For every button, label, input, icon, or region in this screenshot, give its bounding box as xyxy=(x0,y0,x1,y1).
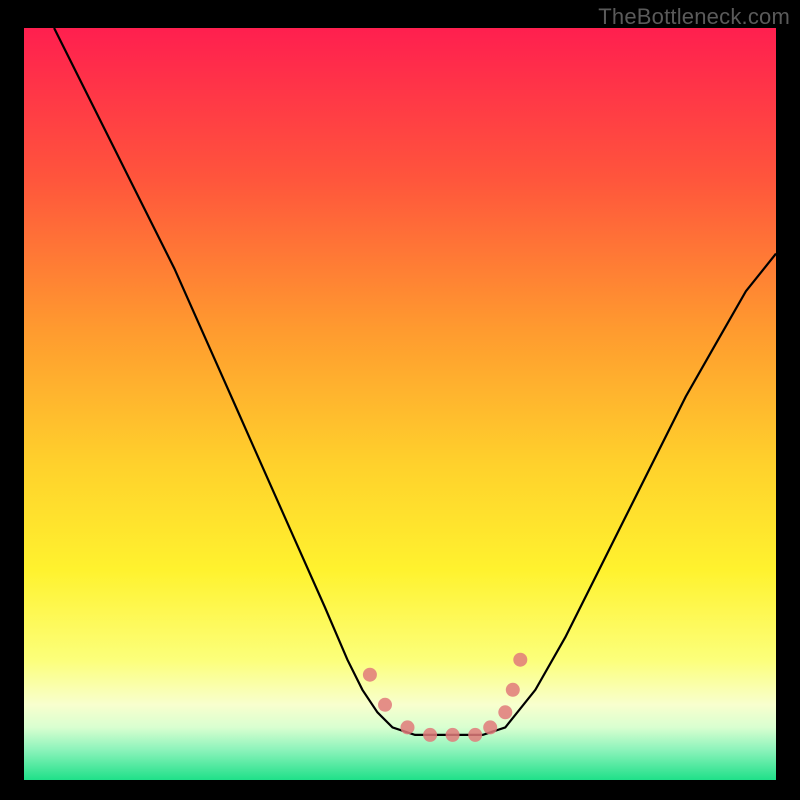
gradient-background xyxy=(24,28,776,780)
marker-point xyxy=(468,728,482,742)
plot-area xyxy=(24,28,776,780)
plot-svg xyxy=(24,28,776,780)
marker-point xyxy=(446,728,460,742)
watermark-label: TheBottleneck.com xyxy=(598,4,790,30)
chart-container: TheBottleneck.com xyxy=(0,0,800,800)
marker-point xyxy=(483,720,497,734)
marker-point xyxy=(401,720,415,734)
marker-point xyxy=(506,683,520,697)
marker-point xyxy=(378,698,392,712)
marker-point xyxy=(363,668,377,682)
marker-point xyxy=(513,653,527,667)
marker-point xyxy=(423,728,437,742)
marker-point xyxy=(498,705,512,719)
